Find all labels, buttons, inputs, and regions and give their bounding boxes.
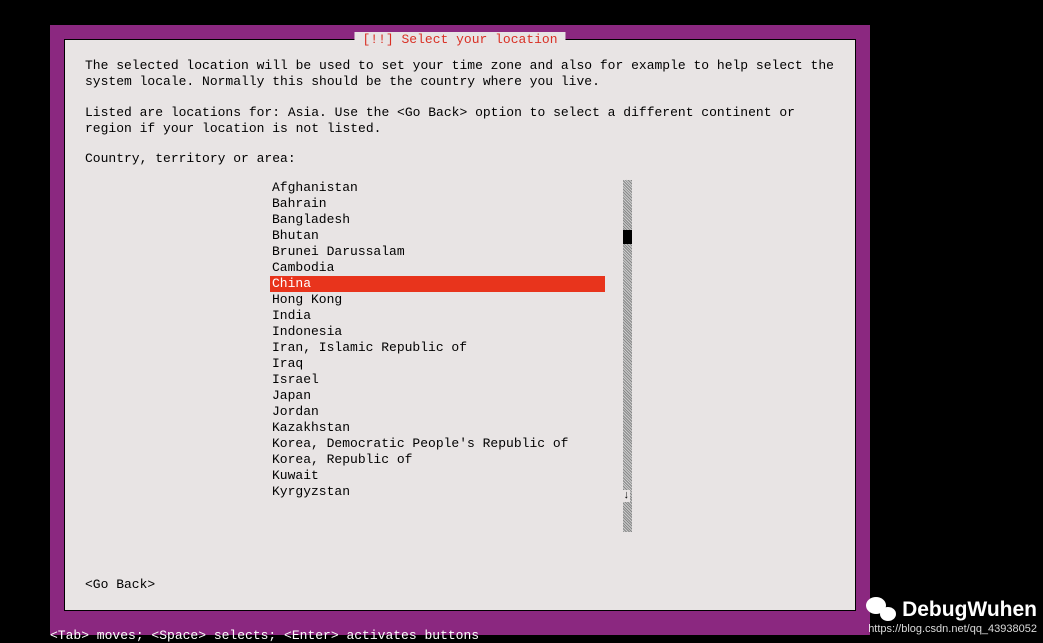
list-item[interactable]: China: [270, 276, 605, 292]
dialog-description: The selected location will be used to se…: [85, 58, 835, 137]
list-item[interactable]: Kyrgyzstan: [270, 484, 605, 500]
list-item[interactable]: Jordan: [270, 404, 605, 420]
watermark-url: https://blog.csdn.net/qq_43938052: [866, 623, 1037, 635]
description-line-1: The selected location will be used to se…: [85, 58, 835, 91]
list-item[interactable]: Iran, Islamic Republic of: [270, 340, 605, 356]
list-item[interactable]: Bahrain: [270, 196, 605, 212]
location-list-area: AfghanistanBahrainBangladeshBhutanBrunei…: [85, 180, 835, 500]
scroll-down-icon[interactable]: ↓: [623, 490, 630, 502]
list-item[interactable]: Cambodia: [270, 260, 605, 276]
watermark-text: DebugWuhen: [902, 598, 1037, 622]
watermark: DebugWuhen https://blog.csdn.net/qq_4393…: [866, 597, 1037, 635]
list-item[interactable]: Korea, Democratic People's Republic of: [270, 436, 605, 452]
location-list[interactable]: AfghanistanBahrainBangladeshBhutanBrunei…: [270, 180, 605, 500]
scrollbar-thumb[interactable]: [623, 230, 632, 244]
dialog-title: [!!] Select your location: [354, 32, 565, 47]
list-item[interactable]: Hong Kong: [270, 292, 605, 308]
list-item[interactable]: Korea, Republic of: [270, 452, 605, 468]
list-item[interactable]: Japan: [270, 388, 605, 404]
list-item[interactable]: Brunei Darussalam: [270, 244, 605, 260]
list-item[interactable]: Israel: [270, 372, 605, 388]
location-dialog: [!!] Select your location The selected l…: [64, 39, 856, 611]
list-item[interactable]: Bangladesh: [270, 212, 605, 228]
list-item[interactable]: Iraq: [270, 356, 605, 372]
list-item[interactable]: India: [270, 308, 605, 324]
wechat-icon: [866, 597, 896, 623]
watermark-name: DebugWuhen: [866, 597, 1037, 623]
list-item[interactable]: Kazakhstan: [270, 420, 605, 436]
description-line-2: Listed are locations for: Asia. Use the …: [85, 105, 835, 138]
go-back-button[interactable]: <Go Back>: [85, 577, 155, 592]
list-label: Country, territory or area:: [85, 151, 835, 166]
list-item[interactable]: Bhutan: [270, 228, 605, 244]
list-item[interactable]: Indonesia: [270, 324, 605, 340]
list-item[interactable]: Afghanistan: [270, 180, 605, 196]
list-item[interactable]: Kuwait: [270, 468, 605, 484]
installer-frame: [!!] Select your location The selected l…: [50, 25, 870, 635]
